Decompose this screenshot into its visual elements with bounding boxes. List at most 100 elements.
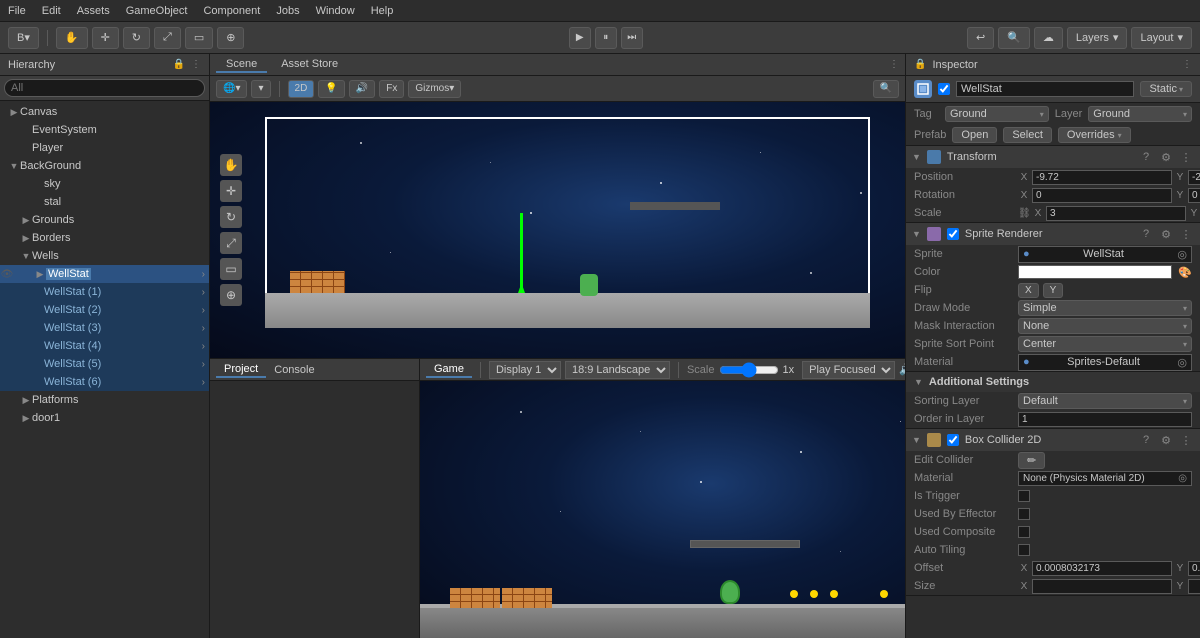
box-collider-help-btn[interactable]: ? — [1138, 434, 1154, 447]
box-collider-menu-btn[interactable]: ⋮ — [1178, 434, 1194, 447]
sprite-renderer-menu-btn[interactable]: ⋮ — [1178, 228, 1194, 241]
pos-y-input[interactable] — [1188, 170, 1200, 185]
menu-assets[interactable]: Assets — [77, 5, 110, 17]
rot-x-input[interactable] — [1032, 188, 1172, 203]
menu-component[interactable]: Component — [203, 5, 260, 17]
prefab-open-btn[interactable]: Open — [952, 127, 997, 143]
hierarchy-menu-icon[interactable]: ⋮ — [191, 59, 201, 70]
sprite-renderer-header[interactable]: ▼ Sprite Renderer ? ⚙ ⋮ — [906, 223, 1200, 245]
box-collider-checkbox[interactable] — [947, 434, 959, 446]
tree-item-wellstat1[interactable]: WellStat (1) › — [0, 283, 209, 301]
used-by-composite-checkbox[interactable] — [1018, 526, 1030, 538]
scale-x-input[interactable] — [1046, 206, 1186, 221]
tree-item-grounds[interactable]: ▶ Grounds — [0, 211, 209, 229]
tree-item-wellstat4[interactable]: WellStat (4) › — [0, 337, 209, 355]
tree-item-eventsystem[interactable]: EventSystem — [0, 121, 209, 139]
inspector-menu-icon[interactable]: ⋮ — [1182, 59, 1192, 70]
move-tool[interactable]: ✛ — [92, 27, 119, 49]
sprite-renderer-settings-btn[interactable]: ⚙ — [1158, 228, 1174, 241]
object-name-input[interactable] — [956, 81, 1134, 97]
tree-item-wellstat3[interactable]: WellStat (3) › — [0, 319, 209, 337]
tree-item-borders[interactable]: ▶ Borders — [0, 229, 209, 247]
transform-menu-btn[interactable]: ⋮ — [1178, 151, 1194, 164]
scene-view-gizmos-btn[interactable]: Gizmos▾ — [408, 80, 461, 98]
collider-material-field[interactable]: None (Physics Material 2D) ◎ — [1018, 471, 1192, 486]
box-collider-settings-btn[interactable]: ⚙ — [1158, 434, 1174, 447]
play-button[interactable]: ▶ — [569, 27, 591, 49]
transform-tool[interactable]: ⊕ — [217, 27, 244, 49]
layer-dropdown[interactable]: Ground ▾ — [1088, 106, 1192, 122]
menu-edit[interactable]: Edit — [42, 5, 61, 17]
scene-menu-icon[interactable]: ⋮ — [889, 59, 899, 70]
collider-material-pick[interactable]: ◎ — [1178, 473, 1187, 484]
sprite-renderer-help-btn[interactable]: ? — [1138, 228, 1154, 241]
tree-item-sky[interactable]: sky — [0, 175, 209, 193]
rotate-tool[interactable]: ↻ — [123, 27, 150, 49]
tab-game[interactable]: Game — [426, 362, 472, 378]
sprite-sort-dropdown[interactable]: Center ▾ — [1018, 336, 1192, 352]
scale-link-icon[interactable]: ⛓ — [1018, 208, 1030, 219]
tab-scene[interactable]: Scene — [216, 57, 267, 73]
scale-tool-icon[interactable]: ⤢ — [220, 232, 242, 254]
tree-item-wellstat[interactable]: 👁 ▶ WellStat › — [0, 265, 209, 283]
flip-x-btn[interactable]: X — [1018, 283, 1039, 298]
menu-gameobject[interactable]: GameObject — [126, 5, 188, 17]
sprite-pick-icon[interactable]: ◎ — [1177, 248, 1187, 261]
transform-help-btn[interactable]: ? — [1138, 151, 1154, 164]
box-collider-header[interactable]: ▼ Box Collider 2D ? ⚙ ⋮ — [906, 429, 1200, 451]
mask-interaction-dropdown[interactable]: None ▾ — [1018, 318, 1192, 334]
scene-view-audio-btn[interactable]: 🔊 — [349, 80, 375, 98]
menu-file[interactable]: File — [8, 5, 26, 17]
prefab-select-btn[interactable]: Select — [1003, 127, 1052, 143]
menu-window[interactable]: Window — [316, 5, 355, 17]
sprite-field[interactable]: ● WellStat ◎ — [1018, 246, 1192, 263]
transform-header[interactable]: ▼ Transform ? ⚙ ⋮ — [906, 146, 1200, 168]
tree-item-stal[interactable]: stal — [0, 193, 209, 211]
sprite-renderer-checkbox[interactable] — [947, 228, 959, 240]
step-button[interactable]: ⏭ — [621, 27, 643, 49]
size-y-input[interactable] — [1188, 579, 1200, 594]
game-play-focused-select[interactable]: Play Focused — [802, 361, 895, 379]
draw-mode-dropdown[interactable]: Simple ▾ — [1018, 300, 1192, 316]
scene-view-light-btn[interactable]: 💡 — [318, 80, 344, 98]
static-button[interactable]: Static ▾ — [1140, 81, 1192, 97]
menu-jobs[interactable]: Jobs — [276, 5, 299, 17]
tab-project[interactable]: Project — [216, 362, 266, 378]
layout-dropdown[interactable]: Layout ▾ — [1131, 27, 1192, 49]
hierarchy-lock-icon[interactable]: 🔒 — [173, 59, 185, 70]
offset-x-input[interactable] — [1032, 561, 1172, 576]
flip-y-btn[interactable]: Y — [1043, 283, 1064, 298]
pivot-btn[interactable]: B▾ — [8, 27, 39, 49]
material-pick-icon[interactable]: ◎ — [1177, 356, 1187, 369]
order-in-layer-input[interactable] — [1018, 412, 1192, 427]
transform-tool-icon[interactable]: ⊕ — [220, 284, 242, 306]
auto-tiling-checkbox[interactable] — [1018, 544, 1030, 556]
sorting-layer-dropdown[interactable]: Default ▾ — [1018, 393, 1192, 409]
material-field[interactable]: ● Sprites-Default ◎ — [1018, 354, 1192, 371]
tab-console[interactable]: Console — [266, 363, 322, 377]
color-picker-icon[interactable]: 🎨 — [1178, 266, 1192, 279]
scene-view-search-btn[interactable]: 🔍 — [873, 80, 899, 98]
search-btn[interactable]: 🔍 — [998, 27, 1030, 49]
scale-tool[interactable]: ⤢ — [154, 27, 181, 49]
undo-btn[interactable]: ↩ — [967, 27, 994, 49]
transform-settings-btn[interactable]: ⚙ — [1158, 151, 1174, 164]
tree-item-wellstat2[interactable]: WellStat (2) › — [0, 301, 209, 319]
hand-tool[interactable]: ✋ — [56, 27, 88, 49]
rotate-tool-icon[interactable]: ↻ — [220, 206, 242, 228]
additional-settings-header[interactable]: ▼ Additional Settings — [906, 372, 1200, 392]
scene-view-shading-btn[interactable]: ▾ — [251, 80, 270, 98]
game-scale-slider[interactable] — [719, 362, 779, 378]
tree-item-wellstat6[interactable]: WellStat (6) › — [0, 373, 209, 391]
hand-tool-icon[interactable]: ✋ — [220, 154, 242, 176]
prefab-overrides-btn[interactable]: Overrides ▾ — [1058, 127, 1131, 143]
inspector-lock-icon[interactable]: 🔒 — [914, 59, 926, 70]
game-display-select[interactable]: Display 1 — [489, 361, 561, 379]
object-active-checkbox[interactable] — [938, 83, 950, 95]
tree-item-wellstat5[interactable]: WellStat (5) › — [0, 355, 209, 373]
color-swatch[interactable] — [1018, 265, 1172, 279]
scene-view-globe-btn[interactable]: 🌐▾ — [216, 80, 247, 98]
layers-dropdown[interactable]: Layers ▾ — [1067, 27, 1128, 49]
tree-item-platforms[interactable]: ▶ Platforms — [0, 391, 209, 409]
scene-view-2d-btn[interactable]: 2D — [288, 80, 315, 98]
